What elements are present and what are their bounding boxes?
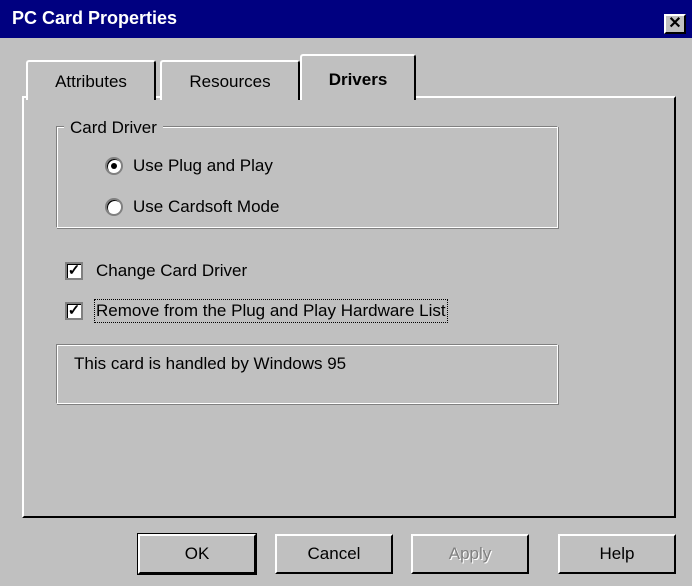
- tab-resources[interactable]: Resources: [160, 60, 300, 100]
- tab-drivers[interactable]: Drivers: [300, 54, 416, 100]
- tab-attributes[interactable]: Attributes: [26, 60, 156, 100]
- change-card-driver-label[interactable]: Change Card Driver: [96, 261, 247, 281]
- remove-from-list-label[interactable]: Remove from the Plug and Play Hardware L…: [94, 299, 448, 323]
- radio-selected-dot: [111, 163, 117, 169]
- ok-button[interactable]: OK: [137, 533, 257, 575]
- close-icon: ✕: [668, 15, 682, 32]
- checkmark-icon: ✓: [67, 262, 81, 279]
- cardsoft-mode-radio[interactable]: [105, 198, 123, 216]
- title-bar: PC Card Properties ✕: [0, 0, 692, 38]
- change-card-driver-checkbox[interactable]: ✓: [65, 262, 83, 280]
- info-box: [56, 344, 558, 404]
- cancel-button[interactable]: Cancel: [275, 534, 393, 574]
- checkmark-icon: ✓: [67, 302, 81, 319]
- remove-from-list-checkbox[interactable]: ✓: [65, 302, 83, 320]
- info-text: This card is handled by Windows 95: [74, 354, 347, 373]
- plug-and-play-radio[interactable]: [105, 157, 123, 175]
- help-button[interactable]: Help: [558, 534, 676, 574]
- close-button[interactable]: ✕: [664, 14, 686, 34]
- cardsoft-mode-label[interactable]: Use Cardsoft Mode: [133, 197, 279, 217]
- plug-and-play-label[interactable]: Use Plug and Play: [133, 156, 273, 176]
- card-driver-group: [56, 126, 558, 228]
- card-driver-legend: Card Driver: [64, 118, 163, 138]
- apply-button[interactable]: Apply: [411, 534, 529, 574]
- window-title: PC Card Properties: [12, 8, 178, 28]
